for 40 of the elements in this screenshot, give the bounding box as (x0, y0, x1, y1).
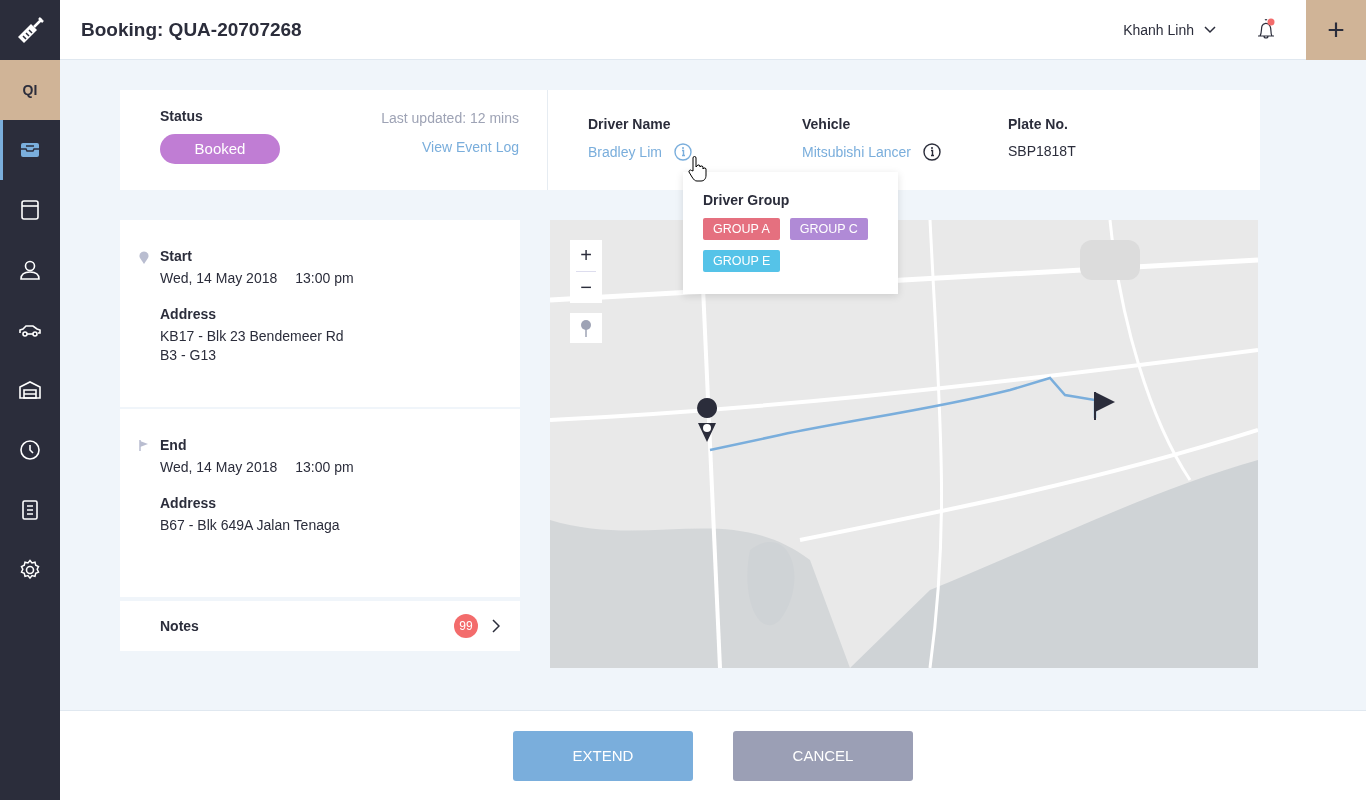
field-label: Plate No. (1008, 116, 1069, 132)
group-tag: GROUP A (703, 218, 780, 240)
field-label: Vehicle (802, 116, 852, 132)
clock-icon (18, 438, 42, 462)
address-line: B67 - Blk 649A Jalan Tenaga (160, 517, 341, 533)
chevron-right-icon (492, 619, 500, 633)
add-button[interactable]: + (1306, 0, 1366, 60)
status-badge: Booked (160, 134, 280, 164)
last-updated: Last updated: 12 mins (381, 110, 519, 126)
notes-count: 99 (454, 614, 478, 638)
stop-label: End (160, 437, 188, 453)
info-icon[interactable] (922, 143, 941, 161)
address-line: KB17 - Blk 23 Bendemeer Rd (160, 328, 345, 344)
group-tag: GROUP E (703, 250, 781, 272)
pin-icon (139, 251, 149, 264)
notes-row[interactable]: Notes 99 (120, 601, 520, 651)
window-icon (18, 198, 42, 222)
stop-time: 13:00 pm (295, 459, 354, 475)
stop-label: Start (160, 248, 193, 264)
garage-icon (18, 378, 42, 402)
chevron-down-icon (1204, 25, 1216, 34)
popover-title: Driver Group (703, 192, 791, 208)
stop-time: 13:00 pm (295, 270, 354, 286)
stop-date: Wed, 14 May 2018 (160, 270, 278, 286)
flag-icon (139, 440, 148, 451)
address-label: Address (160, 306, 218, 322)
notes-label: Notes (160, 618, 200, 634)
group-tag: GROUP C (789, 218, 868, 240)
address-line: B3 - G13 (160, 347, 218, 363)
stop-date: Wed, 14 May 2018 (160, 459, 278, 475)
person-icon (18, 258, 42, 282)
pin-icon (580, 319, 592, 337)
address-label: Address (160, 495, 218, 511)
settings-icon (18, 558, 42, 582)
page-title: Booking: QUA-20707268 (80, 18, 303, 41)
status-label: Status (160, 108, 204, 124)
user-menu[interactable]: Khanh Linh (1123, 21, 1216, 38)
field-label: Driver Name (588, 116, 672, 132)
workspace-label[interactable]: QI (22, 82, 38, 98)
field-value: SBP1818T (1008, 143, 1076, 159)
